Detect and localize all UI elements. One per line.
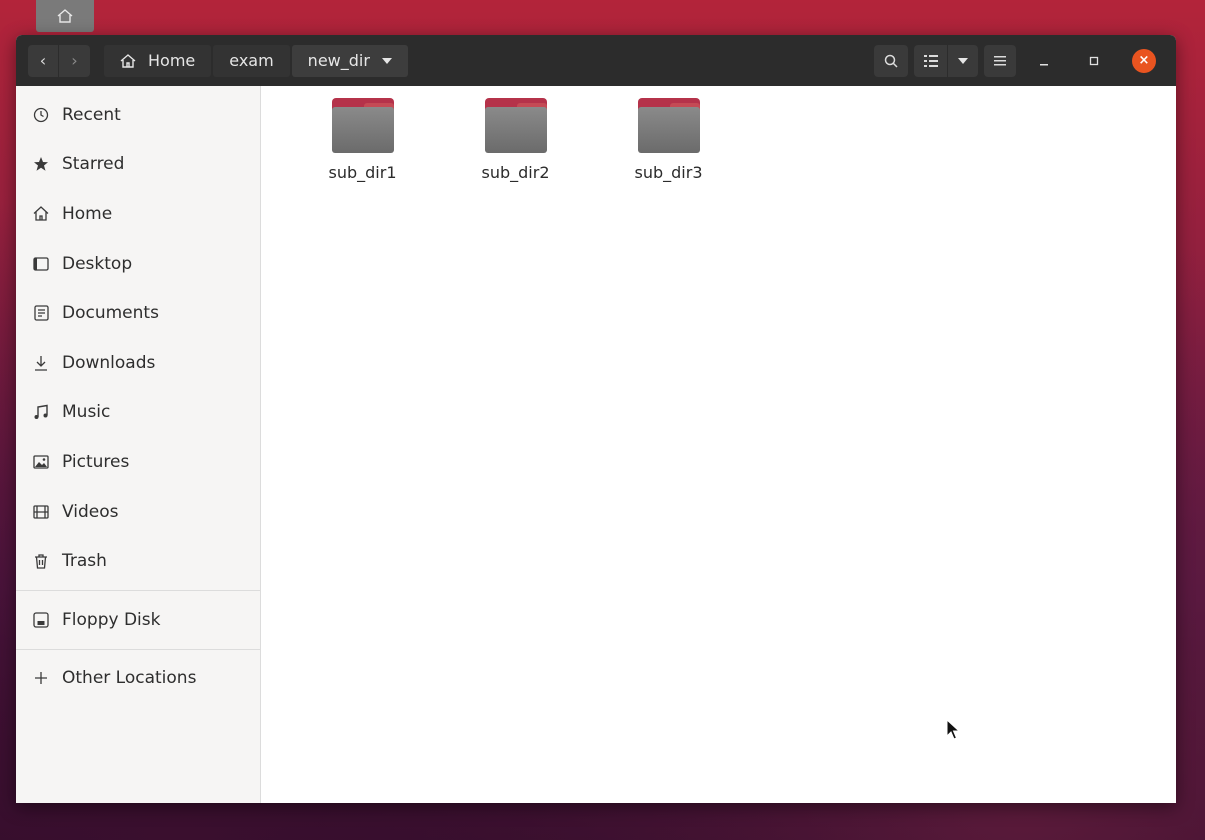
sidebar-item-label: Desktop bbox=[62, 253, 133, 274]
videos-icon bbox=[32, 503, 50, 521]
sidebar-item-label: Recent bbox=[62, 104, 121, 125]
file-view[interactable]: sub_dir1 sub_dir2 sub_dir3 bbox=[261, 86, 1176, 803]
sidebar-separator bbox=[16, 589, 260, 591]
sidebar-item-home[interactable]: Home bbox=[16, 189, 260, 239]
home-icon bbox=[57, 9, 73, 23]
folder-item[interactable]: sub_dir1 bbox=[286, 96, 439, 182]
download-icon bbox=[32, 354, 50, 372]
folder-name: sub_dir3 bbox=[634, 163, 703, 182]
sidebar-item-floppy-disk[interactable]: Floppy Disk bbox=[16, 595, 260, 645]
sidebar-item-label: Documents bbox=[62, 303, 159, 324]
sidebar-item-other-locations[interactable]: Other Locations bbox=[16, 654, 260, 704]
sidebar-item-label: Music bbox=[62, 402, 111, 423]
maximize-button[interactable] bbox=[1072, 45, 1116, 77]
sidebar-item-label: Starred bbox=[62, 154, 125, 175]
sidebar-item-documents[interactable]: Documents bbox=[16, 288, 260, 338]
view-options-button[interactable] bbox=[948, 44, 978, 77]
sidebar-item-label: Floppy Disk bbox=[62, 609, 161, 630]
toolbar: × bbox=[874, 44, 1166, 77]
path-crumb-home[interactable]: Home bbox=[104, 44, 212, 77]
minimize-icon bbox=[1040, 63, 1048, 65]
list-view-icon bbox=[923, 54, 938, 67]
folder-item[interactable]: sub_dir2 bbox=[439, 96, 592, 182]
sidebar-item-desktop[interactable]: Desktop bbox=[16, 239, 260, 289]
home-icon bbox=[120, 53, 136, 68]
sidebar-item-starred[interactable]: Starred bbox=[16, 140, 260, 190]
path-crumb-exam[interactable]: exam bbox=[213, 44, 290, 77]
folder-name: sub_dir1 bbox=[328, 163, 397, 182]
sidebar-item-music[interactable]: Music bbox=[16, 388, 260, 438]
sidebar-item-recent[interactable]: Recent bbox=[16, 90, 260, 140]
sidebar-item-videos[interactable]: Videos bbox=[16, 487, 260, 537]
file-grid: sub_dir1 sub_dir2 sub_dir3 bbox=[261, 86, 1176, 182]
floppy-disk-icon bbox=[32, 611, 50, 629]
sidebar-item-pictures[interactable]: Pictures bbox=[16, 437, 260, 487]
header-bar: ‹ › Home exam new_dir × bbox=[16, 35, 1176, 86]
search-button[interactable] bbox=[874, 44, 908, 77]
music-icon bbox=[32, 403, 50, 421]
view-toggle-group bbox=[914, 44, 978, 77]
path-crumb-label: new_dir bbox=[307, 51, 370, 70]
minimize-button[interactable] bbox=[1022, 45, 1066, 77]
maximize-icon bbox=[1089, 56, 1099, 65]
close-button[interactable]: × bbox=[1122, 45, 1166, 77]
hamburger-menu-icon bbox=[994, 55, 1006, 65]
sidebar-item-label: Other Locations bbox=[62, 668, 197, 689]
trash-icon bbox=[32, 552, 50, 570]
folder-name: sub_dir2 bbox=[481, 163, 550, 182]
documents-icon bbox=[32, 304, 50, 322]
folder-icon bbox=[484, 98, 547, 153]
dock-home-tab[interactable] bbox=[36, 0, 94, 32]
search-icon bbox=[884, 54, 898, 68]
path-crumb-label: Home bbox=[148, 51, 196, 70]
sidebar-item-label: Downloads bbox=[62, 352, 156, 373]
plus-icon bbox=[32, 669, 50, 687]
sidebar-item-label: Home bbox=[62, 203, 113, 224]
folder-icon bbox=[637, 98, 700, 153]
sidebar-item-downloads[interactable]: Downloads bbox=[16, 338, 260, 388]
mouse-pointer-icon bbox=[946, 719, 961, 740]
nav-buttons: ‹ › bbox=[28, 44, 90, 77]
dropdown-arrow-icon bbox=[381, 57, 392, 64]
forward-button[interactable]: › bbox=[59, 44, 90, 77]
sidebar-item-label: Videos bbox=[62, 501, 119, 522]
sidebar-item-trash[interactable]: Trash bbox=[16, 536, 260, 586]
places-sidebar: Recent Starred Home Desktop Documents Do… bbox=[16, 86, 261, 803]
path-crumb-new-dir[interactable]: new_dir bbox=[291, 44, 408, 77]
back-button[interactable]: ‹ bbox=[28, 44, 59, 77]
close-icon: × bbox=[1132, 48, 1156, 73]
pictures-icon bbox=[32, 453, 50, 471]
folder-item[interactable]: sub_dir3 bbox=[592, 96, 745, 182]
path-bar: Home exam new_dir bbox=[104, 44, 408, 77]
sidebar-item-label: Trash bbox=[62, 551, 107, 572]
list-view-button[interactable] bbox=[914, 44, 948, 77]
chevron-down-icon bbox=[958, 57, 968, 64]
sidebar-item-label: Pictures bbox=[62, 451, 130, 472]
star-icon bbox=[32, 155, 50, 173]
clock-icon bbox=[32, 106, 50, 124]
file-manager-window: ‹ › Home exam new_dir × Recent Starred H… bbox=[16, 35, 1176, 803]
sidebar-separator bbox=[16, 648, 260, 650]
home-icon bbox=[32, 205, 50, 223]
folder-icon bbox=[331, 98, 394, 153]
main-menu-button[interactable] bbox=[984, 44, 1016, 77]
path-crumb-label: exam bbox=[229, 51, 274, 70]
desktop-icon bbox=[32, 255, 50, 273]
